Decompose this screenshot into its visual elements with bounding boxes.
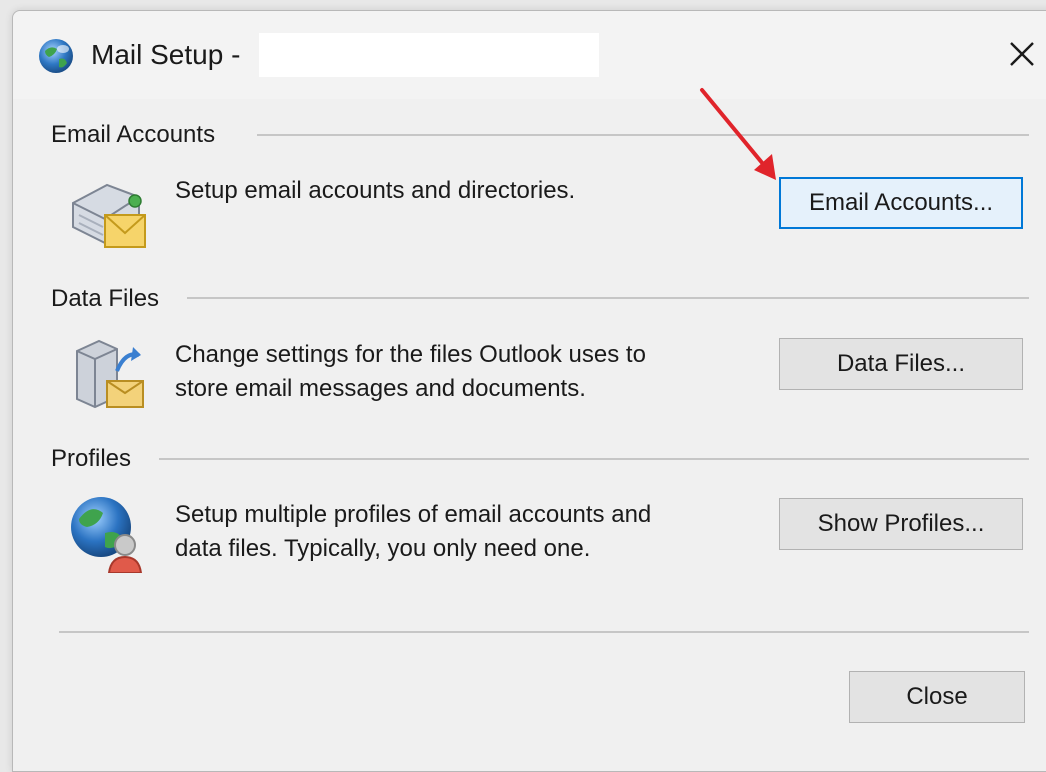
red-arrow-annotation: [700, 88, 776, 180]
title-bar: Mail Setup -: [13, 11, 1046, 99]
email-accounts-header: Email Accounts: [51, 121, 216, 148]
data-files-icon: [76, 339, 144, 409]
profiles-description-line2: data files. Typically, you only need one…: [175, 535, 591, 562]
email-accounts-description: Setup email accounts and directories.: [175, 177, 576, 204]
profiles-description: Setup multiple profiles of email account…: [175, 498, 651, 566]
close-button[interactable]: Close: [849, 671, 1025, 723]
profiles-description-line1: Setup multiple profiles of email account…: [175, 501, 652, 528]
mail-setup-icon: [39, 39, 73, 73]
email-accounts-icon: [72, 183, 146, 248]
data-files-divider: [187, 297, 1029, 299]
data-files-description: Change settings for the files Outlook us…: [175, 338, 646, 406]
data-files-button[interactable]: Data Files...: [779, 338, 1023, 390]
profiles-header: Profiles: [51, 445, 132, 472]
close-icon[interactable]: [1005, 37, 1039, 71]
data-files-header: Data Files: [51, 285, 160, 312]
footer-divider: [59, 631, 1029, 633]
profiles-icon: [71, 497, 143, 573]
email-accounts-divider: [257, 134, 1029, 136]
window-title: Mail Setup -: [91, 39, 241, 70]
data-files-description-line1: Change settings for the files Outlook us…: [175, 341, 646, 368]
mail-setup-dialog: Mail Setup - Email Accounts Setup email …: [12, 10, 1046, 772]
data-files-description-line2: store email messages and documents.: [175, 375, 586, 402]
title-redacted-area: [259, 33, 599, 77]
profiles-divider: [159, 458, 1029, 460]
email-accounts-button[interactable]: Email Accounts...: [779, 177, 1023, 229]
show-profiles-button[interactable]: Show Profiles...: [779, 498, 1023, 550]
